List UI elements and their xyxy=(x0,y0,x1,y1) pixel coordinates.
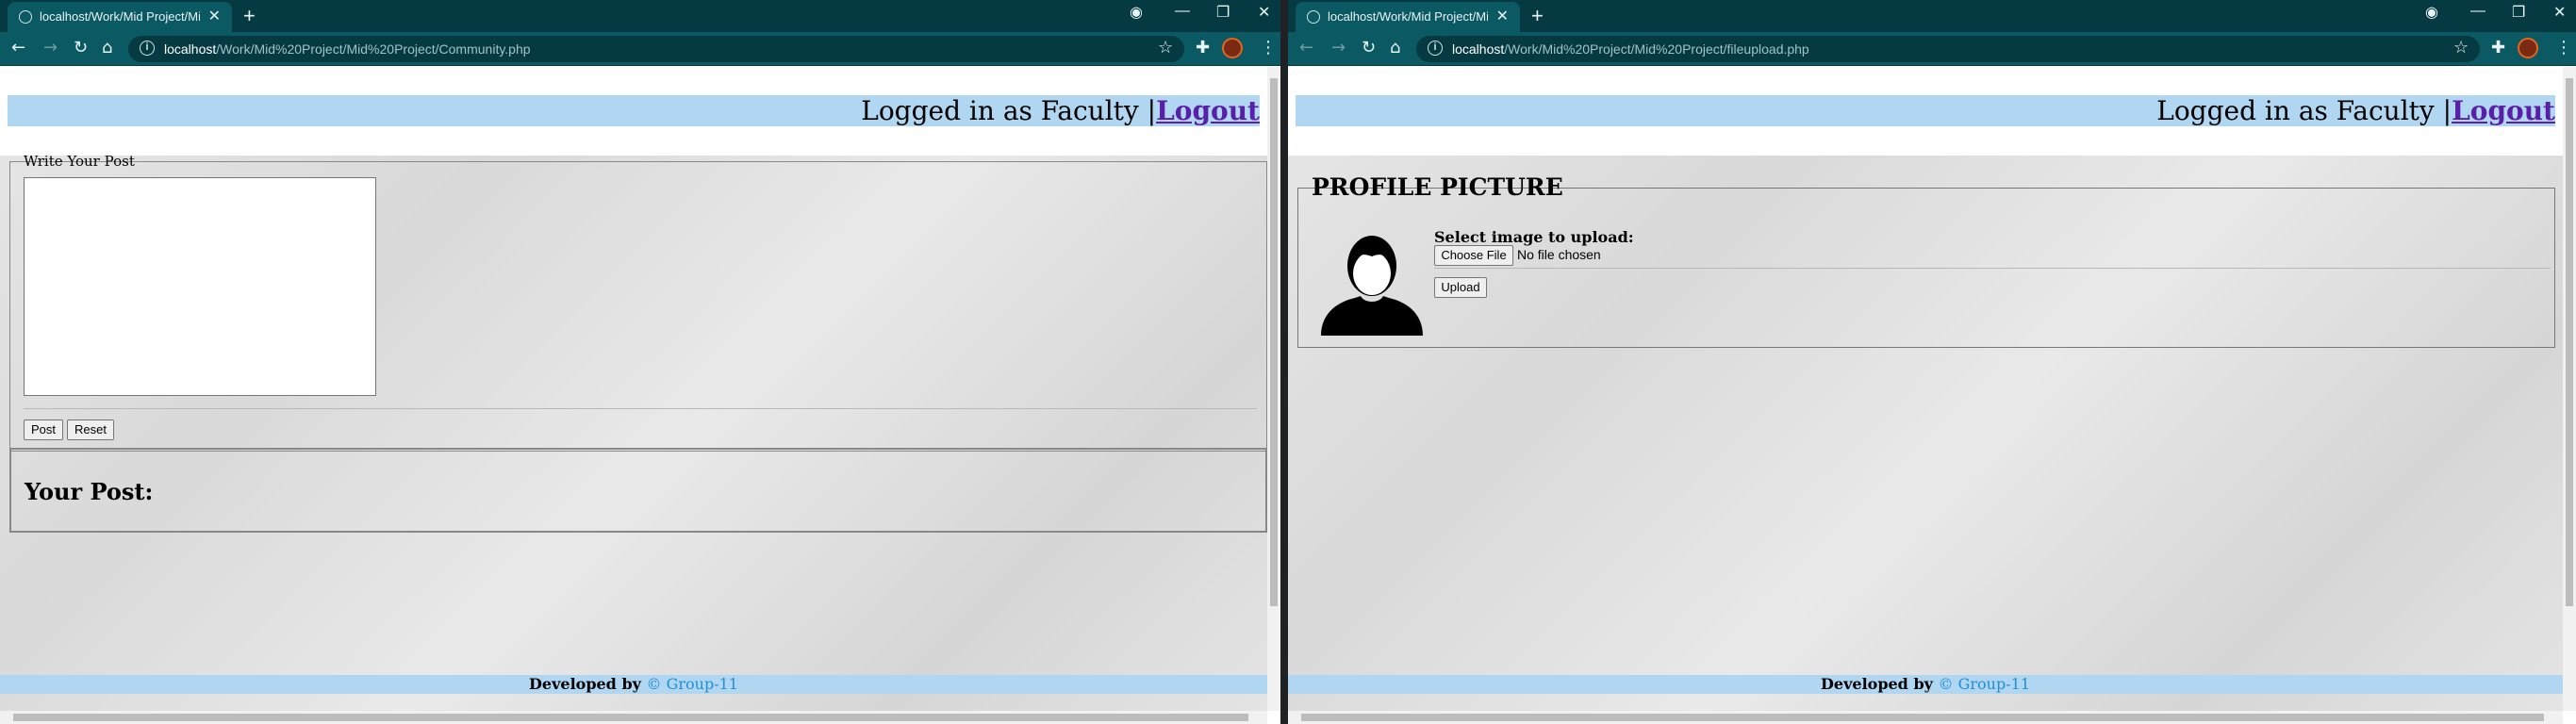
restore-icon[interactable]: ❐ xyxy=(2512,3,2525,22)
your-post-fieldset: Your Post: xyxy=(9,448,1267,533)
menu-icon[interactable]: ⋮ xyxy=(2555,39,2572,58)
post-textarea[interactable] xyxy=(24,177,376,396)
scroll-thumb[interactable] xyxy=(13,714,1248,721)
minimize-icon[interactable]: — xyxy=(1175,3,1190,20)
select-image-label: Select image to upload: xyxy=(1434,228,1634,246)
info-icon[interactable]: i xyxy=(1428,41,1443,56)
logged-in-text: Logged in as Faculty | xyxy=(861,95,1157,126)
tab-title: localhost/Work/Mid Project/Mid%20Project… xyxy=(40,9,200,24)
profile-avatar-icon[interactable] xyxy=(1222,38,1243,58)
browser-tab[interactable]: localhost/Work/Mid Project/Mid%20Project… xyxy=(8,2,232,32)
extensions-icon[interactable]: ✚ xyxy=(1196,39,1210,58)
post-button[interactable]: Post xyxy=(24,420,63,440)
tab-search-icon[interactable]: ◉ xyxy=(2425,3,2438,22)
minimize-icon[interactable]: — xyxy=(2470,3,2485,20)
browser-window-community: localhost/Work/Mid Project/Mid%20Project… xyxy=(0,0,1280,724)
bookmark-star-icon[interactable]: ☆ xyxy=(2453,39,2469,58)
footer-prefix: Developed by xyxy=(529,675,647,693)
write-post-legend: Write Your Post xyxy=(24,153,135,170)
bookmark-star-icon[interactable]: ☆ xyxy=(1158,39,1173,58)
write-post-fieldset: Write Your Post Post Reset xyxy=(9,153,1267,452)
header-bar: Logged in as Faculty |Logout xyxy=(1296,95,2555,126)
reload-icon[interactable]: ↻ xyxy=(74,39,88,58)
your-post-heading: Your Post: xyxy=(25,478,154,505)
footer-credit: © Group-11 xyxy=(1938,675,2030,693)
address-bar[interactable]: i localhost/Work/Mid%20Project/Mid%20Pro… xyxy=(128,36,1184,62)
upload-button[interactable]: Upload xyxy=(1434,277,1487,298)
globe-icon xyxy=(19,10,32,24)
home-icon[interactable]: ⌂ xyxy=(102,39,112,58)
vertical-scrollbar[interactable] xyxy=(2563,67,2576,711)
new-tab-icon[interactable]: + xyxy=(243,4,256,28)
footer-prefix: Developed by xyxy=(1821,675,1939,693)
globe-icon xyxy=(1307,10,1320,24)
vertical-scrollbar[interactable] xyxy=(1267,67,1280,711)
footer-credit: © Group-11 xyxy=(646,675,738,693)
tab-search-icon[interactable]: ◉ xyxy=(1130,3,1143,22)
footer: Developed by © Group-11 xyxy=(0,675,1267,694)
logout-link[interactable]: Logout xyxy=(1156,95,1260,126)
url-text[interactable]: localhost/Work/Mid%20Project/Mid%20Proje… xyxy=(164,41,531,57)
info-icon[interactable]: i xyxy=(140,41,155,56)
close-window-icon[interactable]: ✕ xyxy=(2553,3,2566,22)
extensions-icon[interactable]: ✚ xyxy=(2491,39,2505,58)
divider xyxy=(1434,268,2551,269)
footer: Developed by © Group-11 xyxy=(1288,675,2563,694)
tab-strip: localhost/Work/Mid Project/Mid%20Project… xyxy=(0,0,1280,32)
forward-icon[interactable]: → xyxy=(43,39,58,58)
scroll-thumb[interactable] xyxy=(1301,714,2544,721)
back-icon[interactable]: ← xyxy=(11,39,25,58)
back-icon[interactable]: ← xyxy=(1299,39,1313,58)
header-bar: Logged in as Faculty |Logout xyxy=(8,95,1260,126)
profile-picture-legend: PROFILE PICTURE xyxy=(1312,173,1563,201)
reset-button[interactable]: Reset xyxy=(67,420,114,440)
profile-avatar-icon[interactable] xyxy=(2518,38,2538,58)
tab-title: localhost/Work/Mid Project/Mid%20Project… xyxy=(1328,9,1488,24)
address-bar[interactable]: i localhost/Work/Mid%20Project/Mid%20Pro… xyxy=(1416,36,2480,62)
restore-icon[interactable]: ❐ xyxy=(1216,3,1230,22)
user-avatar-icon xyxy=(1321,236,1423,336)
fileupload-page: Logged in as Faculty |Logout PROFILE PIC… xyxy=(1288,67,2563,711)
profile-picture-fieldset: PROFILE PICTURE Select image to upload: … xyxy=(1297,173,2555,348)
scroll-thumb[interactable] xyxy=(2566,78,2573,606)
scroll-thumb[interactable] xyxy=(1270,78,1278,606)
url-text[interactable]: localhost/Work/Mid%20Project/Mid%20Proje… xyxy=(1452,41,1809,57)
home-icon[interactable]: ⌂ xyxy=(1390,39,1400,58)
browser-tab[interactable]: localhost/Work/Mid Project/Mid%20Project… xyxy=(1296,2,1520,32)
close-window-icon[interactable]: ✕ xyxy=(1258,3,1270,22)
reload-icon[interactable]: ↻ xyxy=(1362,39,1376,58)
close-tab-icon[interactable]: ✕ xyxy=(208,7,221,25)
browser-window-fileupload: localhost/Work/Mid Project/Mid%20Project… xyxy=(1288,0,2576,724)
browser-toolbar: ← → ↻ ⌂ i localhost/Work/Mid%20Project/M… xyxy=(0,32,1280,66)
community-page: Logged in as Faculty |Logout Write Your … xyxy=(0,67,1267,711)
horizontal-scrollbar[interactable] xyxy=(1288,711,2563,724)
divider xyxy=(24,408,1257,409)
logout-link[interactable]: Logout xyxy=(2452,95,2555,126)
tab-strip: localhost/Work/Mid Project/Mid%20Project… xyxy=(1288,0,2576,32)
browser-toolbar: ← → ↻ ⌂ i localhost/Work/Mid%20Project/M… xyxy=(1288,32,2576,66)
choose-file-button[interactable]: Choose File xyxy=(1434,245,1513,266)
logged-in-text: Logged in as Faculty | xyxy=(2156,95,2452,126)
forward-icon[interactable]: → xyxy=(1331,39,1346,58)
menu-icon[interactable]: ⋮ xyxy=(1260,39,1277,58)
close-tab-icon[interactable]: ✕ xyxy=(1496,7,1509,25)
no-file-text: No file chosen xyxy=(1517,247,1601,262)
horizontal-scrollbar[interactable] xyxy=(0,711,1267,724)
new-tab-icon[interactable]: + xyxy=(1531,4,1544,28)
